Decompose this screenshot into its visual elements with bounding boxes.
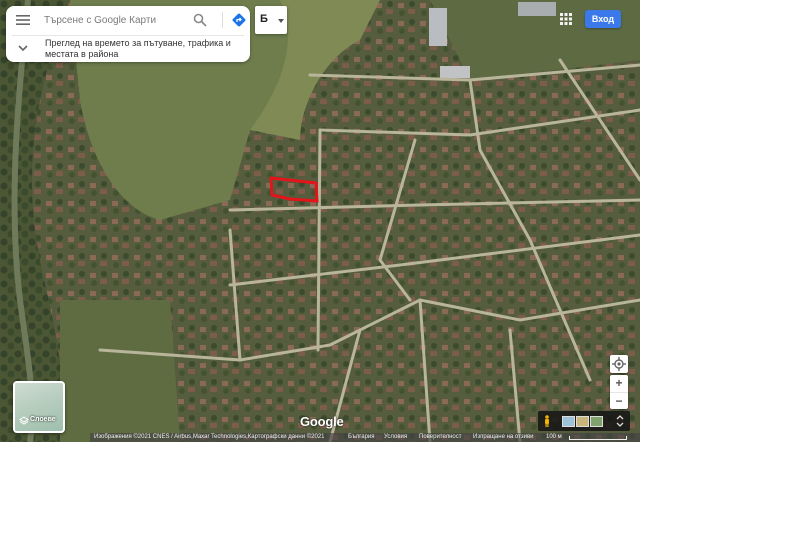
sign-in-button[interactable]: Вход (585, 10, 621, 28)
google-logo: Google (300, 414, 344, 429)
street-view-pegman-icon[interactable] (543, 415, 551, 427)
directions-icon[interactable] (231, 12, 247, 28)
imagery-thumbnail[interactable] (590, 416, 603, 427)
explore-nearby-text: Преглед на времето за пътуване, трафика … (45, 38, 231, 59)
scale-label[interactable]: 100 м (546, 433, 562, 442)
zoom-in-button[interactable]: + (610, 375, 628, 392)
layers-icon (19, 416, 29, 425)
apps-grid-icon[interactable] (560, 13, 572, 25)
expand-arrows-icon[interactable] (616, 414, 624, 428)
search-icon[interactable] (193, 13, 207, 27)
zoom-control: + − (610, 375, 628, 409)
layers-toggle[interactable]: Слоеве (13, 381, 65, 433)
search-panel: Преглед на времето за пътуване, трафика … (6, 6, 250, 62)
country-link[interactable]: България (348, 433, 375, 442)
satellite-imagery[interactable] (0, 0, 640, 442)
chevron-down-icon[interactable] (18, 44, 28, 52)
imagery-thumbnail[interactable] (576, 416, 589, 427)
caret-down-icon (278, 19, 284, 23)
layers-label: Слоеве (30, 416, 56, 423)
imagery-attribution: Изображения ©2021 CNES / Airbus,Maxar Te… (94, 434, 325, 440)
menu-icon[interactable] (16, 15, 30, 25)
search-row (6, 6, 250, 34)
input-tools-button[interactable]: Б (255, 6, 287, 34)
terms-link[interactable]: Условия (384, 433, 407, 442)
search-separator (222, 12, 223, 28)
street-view-strip[interactable] (538, 411, 630, 431)
explore-nearby-row[interactable]: Преглед на времето за пътуване, трафика … (6, 36, 250, 62)
search-input[interactable] (44, 11, 184, 29)
my-location-icon (612, 357, 626, 371)
my-location-button[interactable] (610, 355, 628, 373)
satellite-map[interactable]: Преглед на времето за пътуване, трафика … (0, 0, 640, 442)
feedback-link[interactable]: Изпращане на отзиви (473, 433, 534, 442)
privacy-link[interactable]: Поверителност (419, 433, 462, 442)
zoom-out-button[interactable]: − (610, 392, 628, 410)
input-tools-glyph: Б (260, 13, 268, 25)
imagery-thumbnail[interactable] (562, 416, 575, 427)
map-footer: Изображения ©2021 CNES / Airbus,Maxar Te… (90, 433, 640, 442)
scale-bar (569, 436, 627, 440)
